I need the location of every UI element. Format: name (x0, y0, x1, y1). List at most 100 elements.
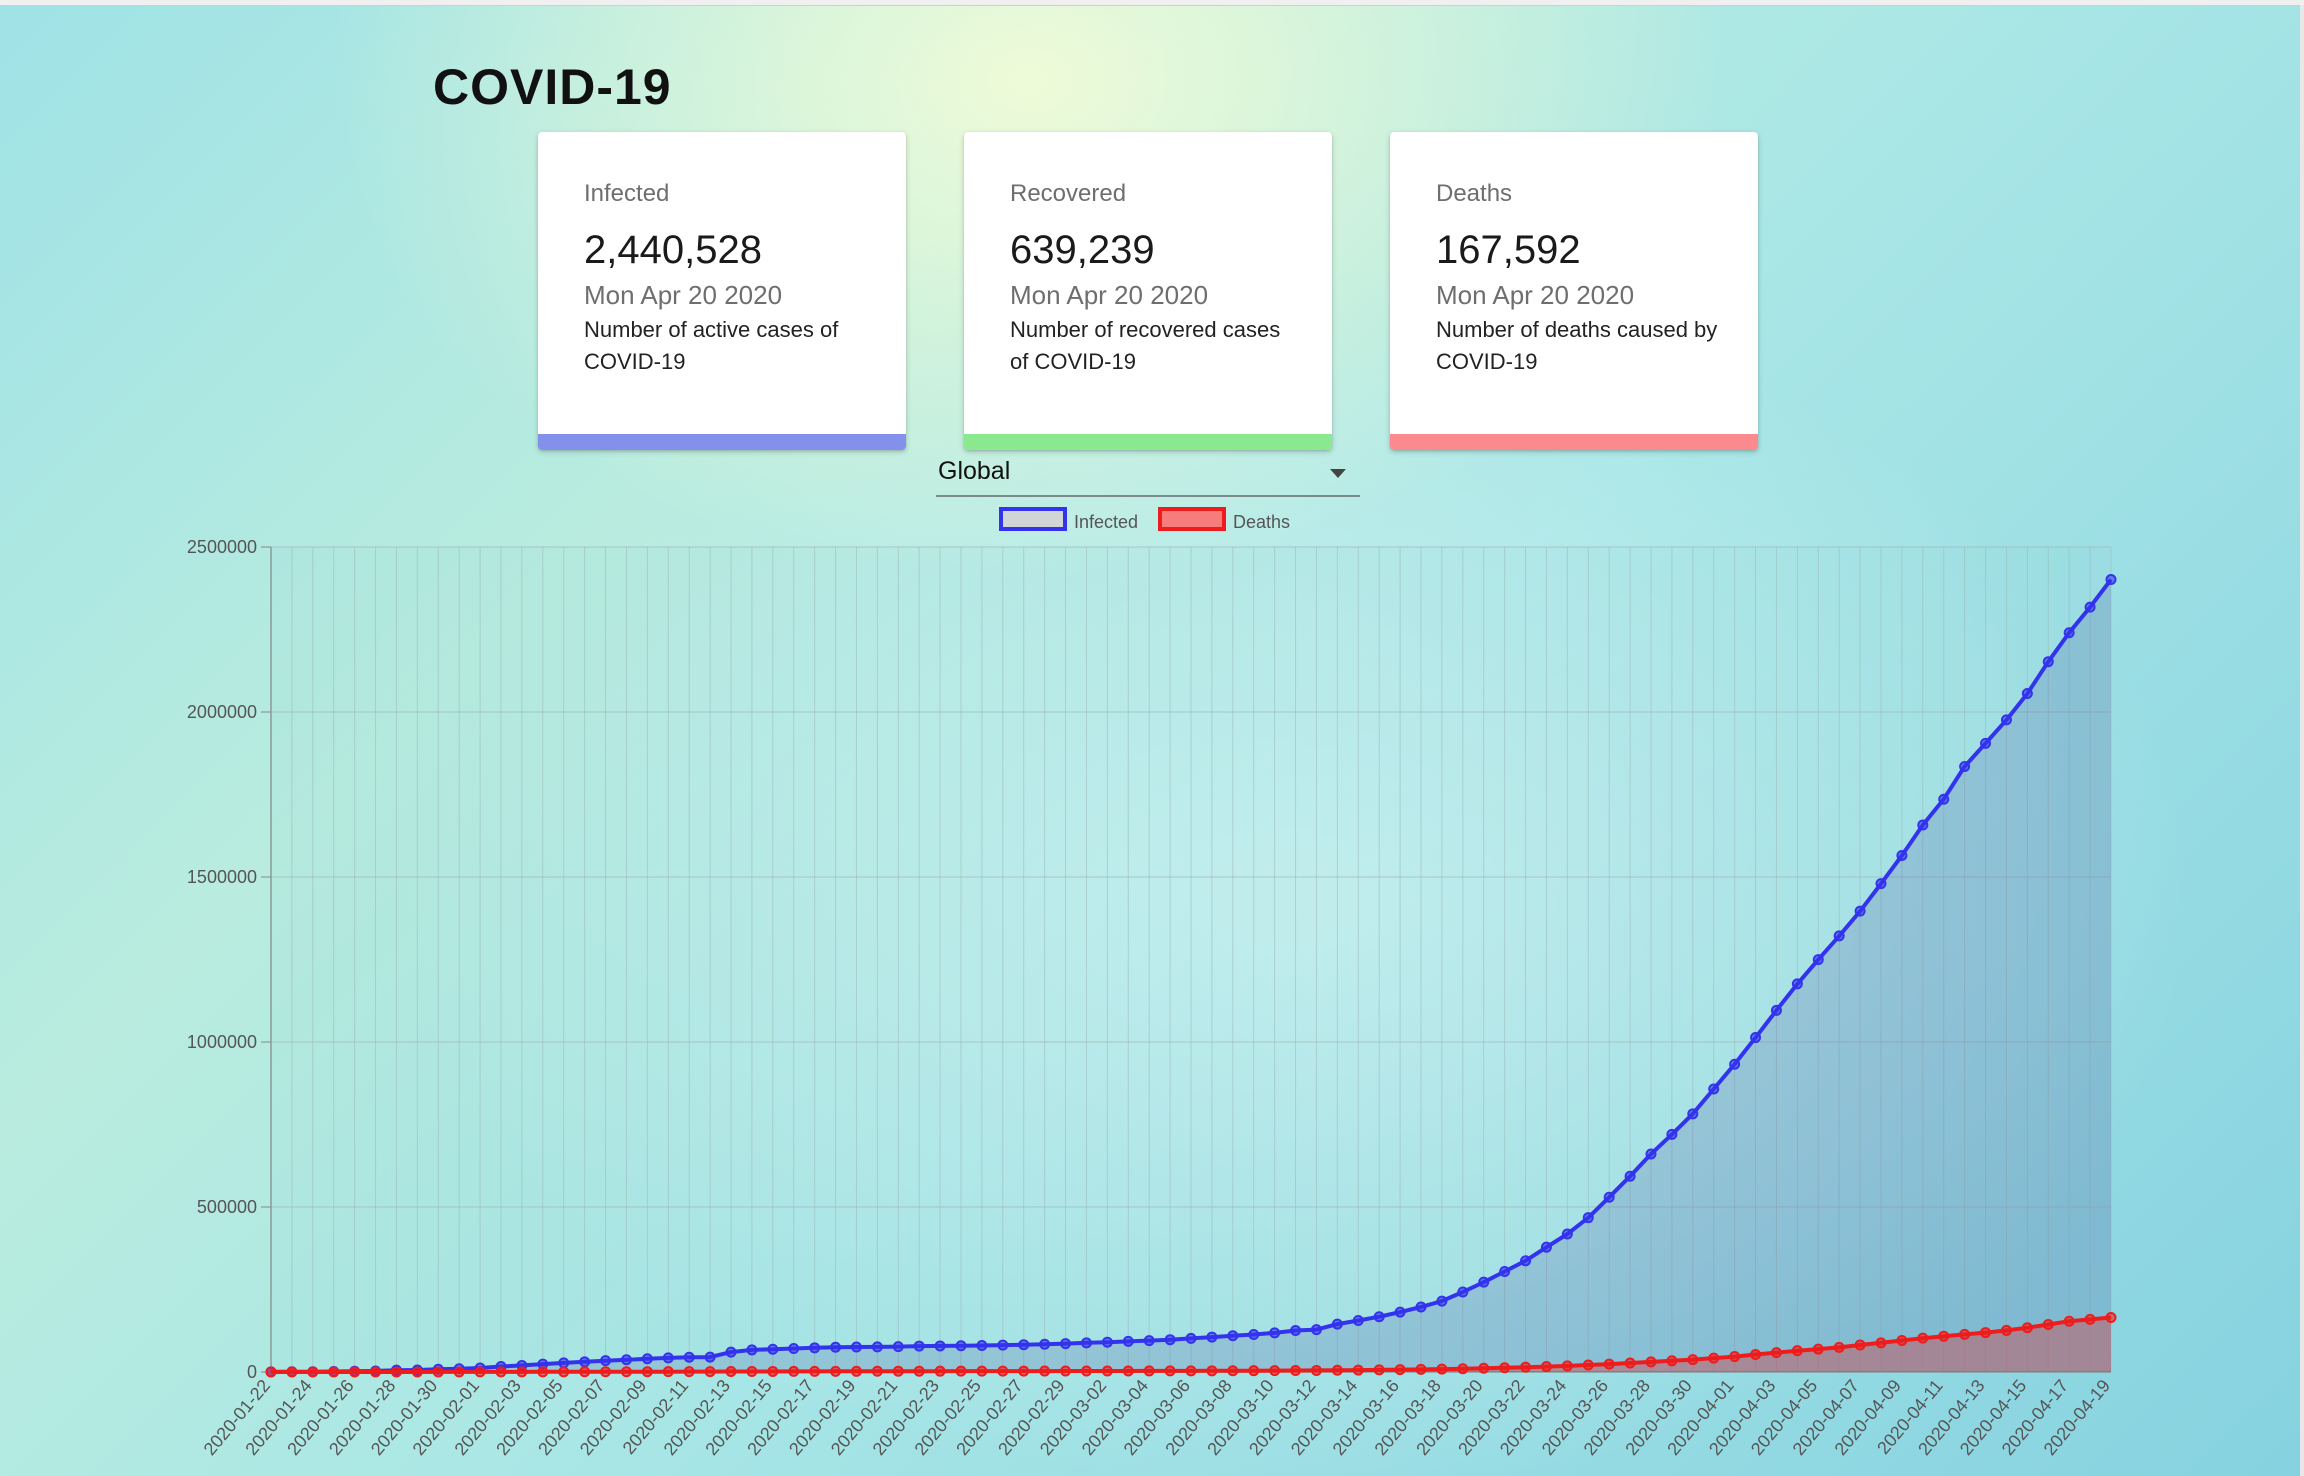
deaths-point (558, 1366, 570, 1378)
deaths-point (411, 1366, 423, 1378)
deaths-point (474, 1366, 486, 1378)
deaths-date: Mon Apr 20 2020 (1436, 280, 1635, 310)
recovered-date: Mon Apr 20 2020 (1010, 280, 1209, 310)
deaths-point (1164, 1365, 1176, 1377)
deaths-point (537, 1366, 549, 1378)
infected-point (1750, 1032, 1762, 1044)
deaths-point (809, 1365, 821, 1377)
deaths-point (1561, 1360, 1573, 1372)
deaths-point (1687, 1354, 1699, 1366)
deaths-point (1227, 1365, 1239, 1377)
infected-point (892, 1341, 904, 1353)
deaths-point (620, 1366, 632, 1378)
infected-point (704, 1351, 716, 1363)
deaths-point (1645, 1356, 1657, 1368)
infected-point (830, 1341, 842, 1353)
deaths-point (579, 1366, 591, 1378)
deaths-point (1812, 1343, 1824, 1355)
infected-point (1227, 1330, 1239, 1342)
infected-accent-bar (538, 434, 906, 450)
infected-point (767, 1343, 779, 1355)
deaths-point (725, 1366, 737, 1378)
deaths-point (390, 1366, 402, 1378)
deaths-point (432, 1366, 444, 1378)
deaths-point (1080, 1365, 1092, 1377)
deaths-point (1185, 1365, 1197, 1377)
legend-label-deaths: Deaths (1233, 512, 1290, 532)
infected-point (1101, 1336, 1113, 1348)
caret-down-icon (1330, 469, 1346, 478)
deaths-point (1791, 1345, 1803, 1357)
infected-point (1561, 1228, 1573, 1240)
deaths-point (1959, 1328, 1971, 1340)
deaths-point (1666, 1355, 1678, 1367)
infected-label: Infected (584, 180, 670, 207)
infected-point (1603, 1191, 1615, 1203)
deaths-point (1290, 1364, 1302, 1376)
infected-point (1729, 1058, 1741, 1070)
infected-point (1959, 761, 1971, 773)
infected-point (1980, 737, 1992, 749)
recovered-description: Number of recovered cases of COVID-19 (1010, 317, 1281, 374)
infected-point (1310, 1324, 1322, 1336)
deaths-point (1143, 1365, 1155, 1377)
country-select[interactable]: Global (936, 455, 1360, 497)
infected-point (2063, 627, 2075, 639)
deaths-point (683, 1366, 695, 1378)
deaths-point (913, 1365, 925, 1377)
infected-point (1039, 1338, 1051, 1350)
recovered-accent-bar (964, 434, 1332, 450)
deaths-point (1540, 1361, 1552, 1373)
deaths-point (1310, 1364, 1322, 1376)
deaths-point (1060, 1365, 1072, 1377)
deaths-point (600, 1366, 612, 1378)
y-tick-label: 2000000 (187, 702, 257, 722)
deaths-label: Deaths (1436, 180, 1513, 207)
recovered-value: 639,239 (1010, 228, 1155, 272)
deaths-point (1457, 1363, 1469, 1375)
infected-point (1478, 1276, 1490, 1288)
cases-line-chart: 050000010000001500000200000025000002020-… (187, 507, 2117, 1459)
deaths-point (349, 1366, 361, 1378)
infected-point (1018, 1339, 1030, 1351)
infected-point (1394, 1306, 1406, 1318)
deaths-point (307, 1366, 319, 1378)
deaths-point (1854, 1339, 1866, 1351)
deaths-point (830, 1365, 842, 1377)
deaths-point (1624, 1357, 1636, 1369)
infected-point (1499, 1266, 1511, 1278)
deaths-accent-bar (1390, 434, 1758, 450)
deaths-point (1980, 1327, 1992, 1339)
y-tick-label: 2500000 (187, 537, 257, 557)
deaths-point (1331, 1364, 1343, 1376)
deaths-card: Deaths 167,592 Mon Apr 20 2020 Number of… (1390, 132, 1758, 450)
country-select-value: Global (938, 457, 1011, 485)
deaths-point (2042, 1319, 2054, 1331)
infected-point (1520, 1255, 1532, 1267)
infected-point (1812, 954, 1824, 966)
deaths-point (1708, 1352, 1720, 1364)
deaths-point (1394, 1364, 1406, 1376)
deaths-point (1582, 1359, 1594, 1371)
infected-point (662, 1352, 674, 1364)
infected-point (1185, 1332, 1197, 1344)
infected-point (1666, 1128, 1678, 1140)
infected-date: Mon Apr 20 2020 (584, 280, 783, 310)
deaths-point (746, 1365, 758, 1377)
infected-point (683, 1351, 695, 1363)
infected-point (1060, 1338, 1072, 1350)
infected-point (997, 1339, 1009, 1351)
deaths-point (976, 1365, 988, 1377)
deaths-point (850, 1365, 862, 1377)
infected-point (1290, 1324, 1302, 1336)
deaths-point (788, 1365, 800, 1377)
infected-point (871, 1341, 883, 1353)
infected-point (2021, 688, 2033, 700)
deaths-point (1373, 1364, 1385, 1376)
infected-point (1875, 878, 1887, 890)
infected-point (1540, 1241, 1552, 1253)
infected-point (725, 1346, 737, 1358)
deaths-point (2084, 1313, 2096, 1325)
deaths-point (495, 1366, 507, 1378)
deaths-point (1917, 1332, 1929, 1344)
